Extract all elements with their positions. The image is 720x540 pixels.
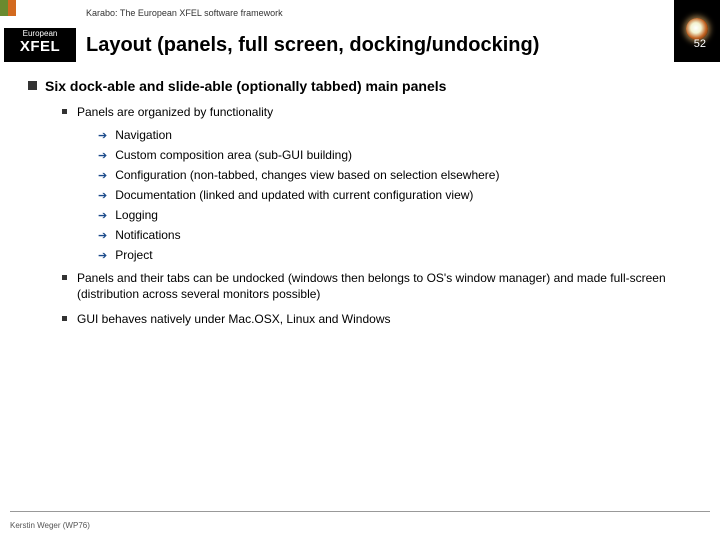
bullet-level3: ➔ Documentation (linked and updated with… xyxy=(98,188,692,202)
arrow-bullet-icon: ➔ xyxy=(98,189,107,202)
bullet-l3-text: Documentation (linked and updated with c… xyxy=(115,188,473,202)
arrow-bullet-icon: ➔ xyxy=(98,209,107,222)
bullet-level3: ➔ Notifications xyxy=(98,228,692,242)
decorative-orb-icon xyxy=(674,0,720,62)
bullet-l2-text: Panels and their tabs can be undocked (w… xyxy=(77,270,692,302)
bullet-level3: ➔ Project xyxy=(98,248,692,262)
bullet-l3-text: Project xyxy=(115,248,152,262)
square-bullet-icon xyxy=(62,109,67,114)
bullet-level2: GUI behaves natively under Mac.OSX, Linu… xyxy=(62,311,692,327)
bullet-level2: Panels and their tabs can be undocked (w… xyxy=(62,270,692,302)
arrow-bullet-icon: ➔ xyxy=(98,169,107,182)
footer-divider xyxy=(10,511,710,512)
bullet-l3-text: Notifications xyxy=(115,228,180,242)
page-number: 52 xyxy=(694,38,706,50)
bullet-l2-text: Panels are organized by functionality xyxy=(77,104,273,120)
arrow-bullet-icon: ➔ xyxy=(98,249,107,262)
bullet-level3: ➔ Custom composition area (sub-GUI build… xyxy=(98,148,692,162)
bullet-level3: ➔ Configuration (non-tabbed, changes vie… xyxy=(98,168,692,182)
framework-tag: Karabo: The European XFEL software frame… xyxy=(86,8,283,18)
arrow-bullet-icon: ➔ xyxy=(98,129,107,142)
bullet-level2: Panels are organized by functionality xyxy=(62,104,692,120)
brand-logo: European XFEL xyxy=(0,0,78,66)
bullet-level1: Six dock-able and slide-able (optionally… xyxy=(28,78,692,94)
logo-line2: XFEL xyxy=(4,39,76,56)
bullet-l3-text: Logging xyxy=(115,208,158,222)
square-bullet-icon xyxy=(62,275,67,280)
bullet-l3-text: Custom composition area (sub-GUI buildin… xyxy=(115,148,352,162)
bullet-l3-text: Configuration (non-tabbed, changes view … xyxy=(115,168,499,182)
slide: European XFEL Karabo: The European XFEL … xyxy=(0,0,720,540)
footer-author: Kerstin Weger (WP76) xyxy=(10,521,90,530)
square-bullet-icon xyxy=(28,81,37,90)
bullet-l2-text: GUI behaves natively under Mac.OSX, Linu… xyxy=(77,311,391,327)
bullet-l3-text: Navigation xyxy=(115,128,172,142)
logo-text: European XFEL xyxy=(4,28,76,62)
bullet-level3: ➔ Navigation xyxy=(98,128,692,142)
slide-title: Layout (panels, full screen, docking/und… xyxy=(78,34,539,57)
square-bullet-icon xyxy=(62,316,67,321)
bullet-l1-text: Six dock-able and slide-able (optionally… xyxy=(45,78,446,94)
arrow-bullet-icon: ➔ xyxy=(98,149,107,162)
slide-body: Six dock-able and slide-able (optionally… xyxy=(28,78,692,500)
title-bar: Layout (panels, full screen, docking/und… xyxy=(78,28,674,62)
bullet-level3: ➔ Logging xyxy=(98,208,692,222)
arrow-bullet-icon: ➔ xyxy=(98,229,107,242)
